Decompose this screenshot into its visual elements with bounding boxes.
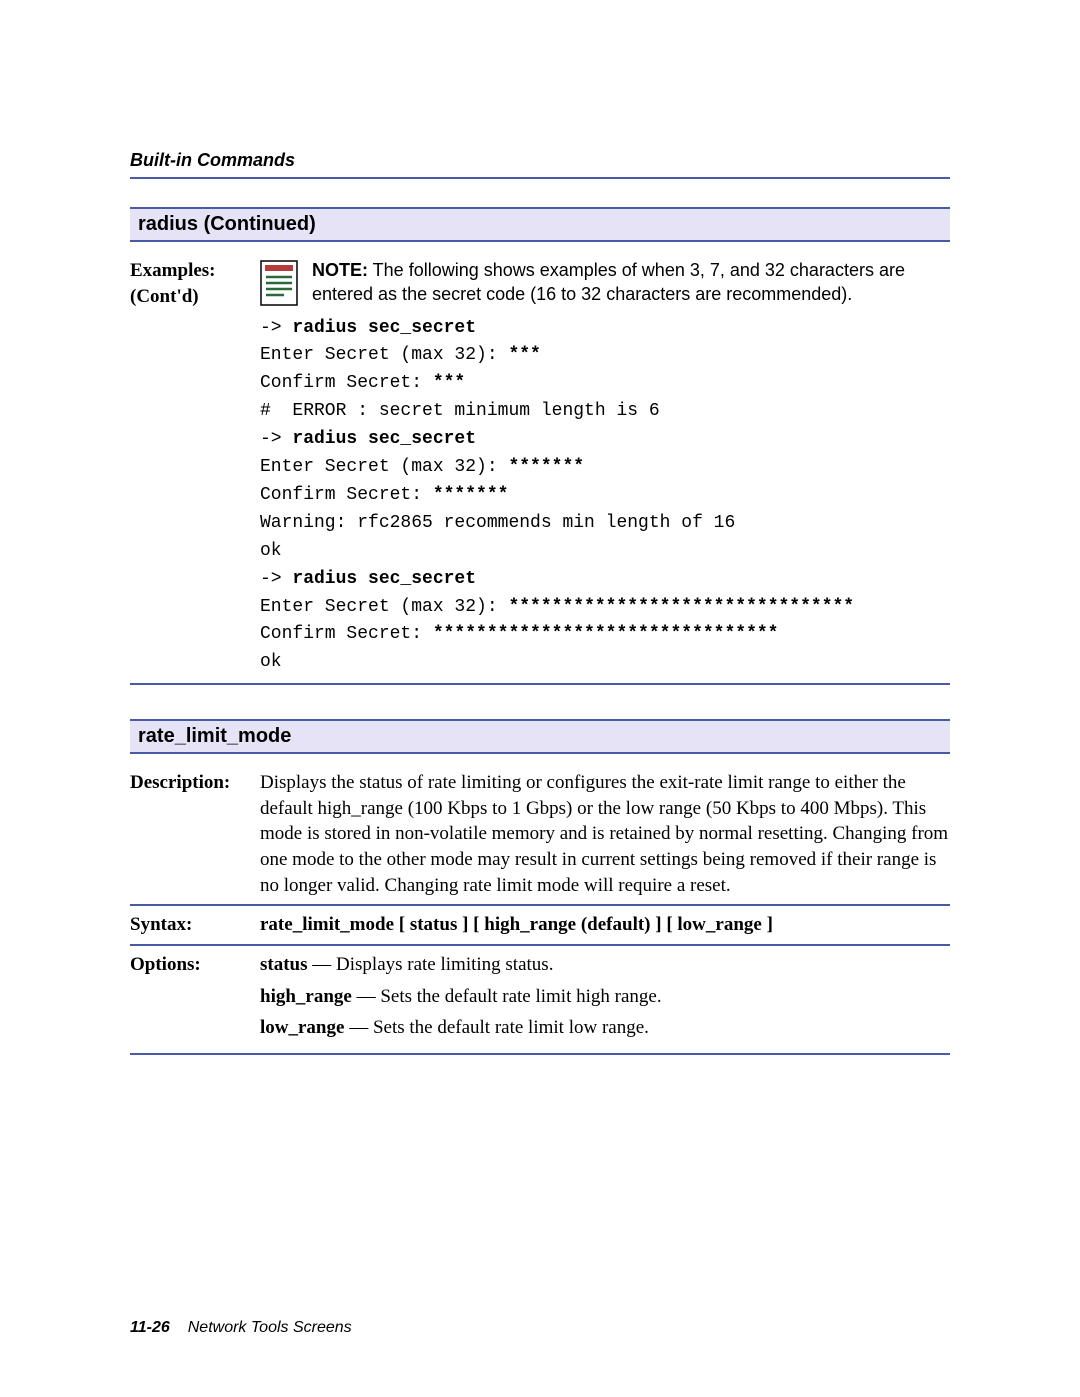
options-body: status — Displays rate limiting status. …: [260, 952, 950, 1047]
code-l13: ok: [260, 652, 282, 672]
option-text-1: — Sets the default rate limit high range…: [352, 986, 662, 1007]
syntax-body: rate_limit_mode [ status ] [ high_range …: [260, 912, 950, 938]
code-l04: # ERROR : secret minimum length is 6: [260, 401, 660, 421]
options-rule: [130, 1053, 950, 1055]
code-block: -> radius sec_secret Enter Secret (max 3…: [260, 315, 950, 678]
note-block: NOTE: The following shows examples of wh…: [260, 258, 950, 307]
note-text: NOTE: The following shows examples of wh…: [312, 258, 950, 307]
option-line-2: low_range — Sets the default rate limit …: [260, 1015, 950, 1041]
option-text-2: — Sets the default rate limit low range.: [344, 1017, 648, 1038]
option-line-0: status — Displays rate limiting status.: [260, 952, 950, 978]
code-l06b: *******: [508, 457, 584, 477]
page-footer: 11-26 Network Tools Screens: [130, 1319, 352, 1337]
code-l06a: Enter Secret (max 32):: [260, 457, 508, 477]
examples-row: Examples: (Cont'd) NOTE: The following s…: [130, 252, 950, 683]
code-l03b: ***: [433, 373, 465, 393]
code-l08: Warning: rfc2865 recommends min length o…: [260, 513, 735, 533]
description-row: Description: Displays the status of rate…: [130, 764, 950, 904]
examples-body: NOTE: The following shows examples of wh…: [260, 258, 950, 677]
footer-title: Network Tools Screens: [188, 1319, 352, 1336]
code-l05a: ->: [260, 429, 292, 449]
code-l07a: Confirm Secret:: [260, 485, 433, 505]
code-l09: ok: [260, 541, 282, 561]
syntax-row: Syntax: rate_limit_mode [ status ] [ hig…: [130, 906, 950, 944]
running-head: Built-in Commands: [130, 150, 950, 171]
label-line1: Examples:: [130, 260, 216, 281]
code-l10b: radius sec_secret: [292, 569, 476, 589]
note-body: The following shows examples of when 3, …: [312, 260, 905, 304]
code-l01b: radius sec_secret: [292, 318, 476, 338]
option-text-0: — Displays rate limiting status.: [308, 954, 554, 975]
page: Built-in Commands radius (Continued) Exa…: [0, 0, 1080, 1397]
code-l02b: ***: [508, 345, 540, 365]
section-title-rate-limit: rate_limit_mode: [130, 719, 950, 754]
code-l07b: *******: [433, 485, 509, 505]
examples-label: Examples: (Cont'd): [130, 258, 260, 677]
note-prefix: NOTE:: [312, 260, 368, 280]
code-l10a: ->: [260, 569, 292, 589]
code-l12a: Confirm Secret:: [260, 624, 433, 644]
code-l11a: Enter Secret (max 32):: [260, 597, 508, 617]
spacer: [130, 685, 950, 719]
header-rule: [130, 177, 950, 179]
option-key-1: high_range: [260, 986, 352, 1007]
code-l02a: Enter Secret (max 32):: [260, 345, 508, 365]
section-title-radius: radius (Continued): [130, 207, 950, 242]
option-key-2: low_range: [260, 1017, 344, 1038]
syntax-label: Syntax:: [130, 912, 260, 938]
description-label: Description:: [130, 770, 260, 898]
code-l03a: Confirm Secret:: [260, 373, 433, 393]
code-l12b: ********************************: [433, 624, 779, 644]
option-line-1: high_range — Sets the default rate limit…: [260, 984, 950, 1010]
label-line2: (Cont'd): [130, 286, 199, 307]
code-l01a: ->: [260, 318, 292, 338]
note-icon: [260, 260, 298, 306]
option-key-0: status: [260, 954, 308, 975]
code-l05b: radius sec_secret: [292, 429, 476, 449]
page-number: 11-26: [130, 1319, 170, 1336]
code-l11b: ********************************: [508, 597, 854, 617]
description-body: Displays the status of rate limiting or …: [260, 770, 950, 898]
options-label: Options:: [130, 952, 260, 1047]
options-row: Options: status — Displays rate limiting…: [130, 946, 950, 1053]
